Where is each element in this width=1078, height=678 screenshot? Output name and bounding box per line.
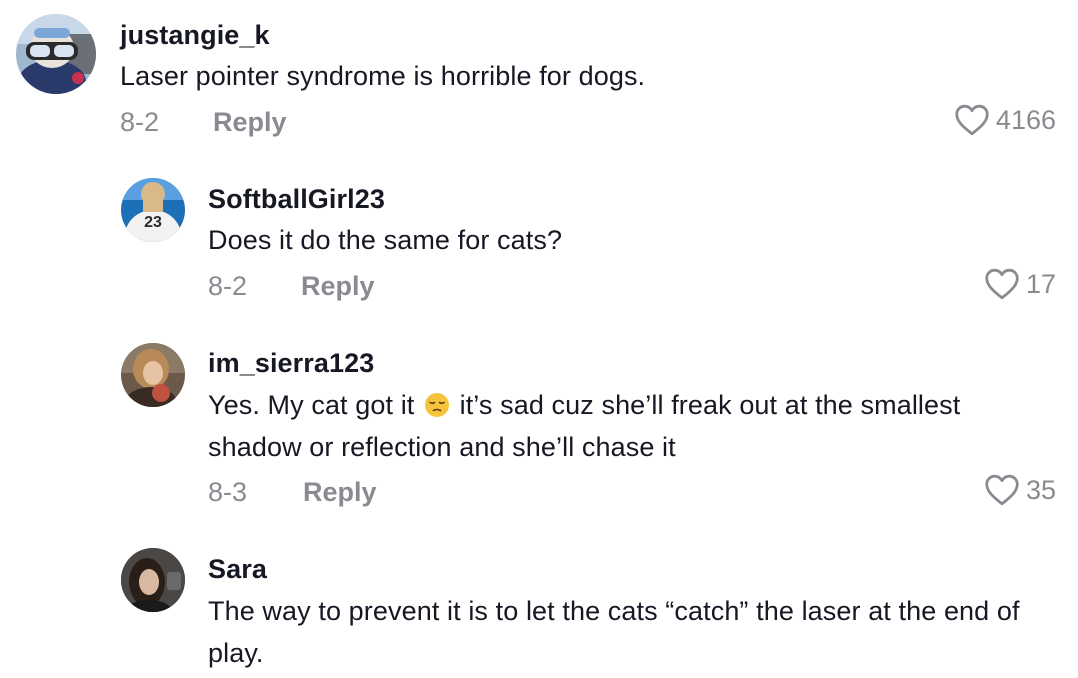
comment-date: 8-3: [208, 477, 248, 507]
avatar[interactable]: [121, 548, 185, 612]
like-count: 17: [1025, 268, 1056, 299]
avatar[interactable]: [121, 343, 185, 407]
comment-username[interactable]: im_sierra123: [208, 348, 374, 379]
like-button[interactable]: 17: [984, 268, 1056, 300]
comment-date: 8-2: [208, 271, 248, 301]
reply-button[interactable]: Reply: [301, 271, 375, 302]
reply-comment-item: 23 SoftballGirl23 Does it do the same fo…: [0, 160, 1078, 310]
heart-icon[interactable]: [984, 474, 1020, 506]
comment-text: Does it do the same for cats?: [208, 225, 563, 255]
pensive-face-emoji-icon: [424, 388, 450, 417]
jersey-number: 23: [144, 214, 162, 231]
reply-comment-item: im_sierra123 Yes. My cat got it it’s sad…: [0, 325, 1078, 525]
like-count: 35: [1025, 474, 1056, 505]
comment-username[interactable]: SoftballGirl23: [208, 184, 385, 215]
comment-username[interactable]: justangie_k: [120, 20, 270, 51]
avatar[interactable]: [16, 14, 96, 94]
like-count: 4166: [995, 104, 1056, 135]
heart-icon[interactable]: [954, 104, 990, 136]
reply-comment-item: Sara The way to prevent it is to let the…: [0, 530, 1078, 678]
comment-username[interactable]: Sara: [208, 554, 267, 585]
like-button[interactable]: 4166: [954, 104, 1056, 136]
comment-item: justangie_k Laser pointer syndrome is ho…: [0, 0, 1078, 150]
avatar[interactable]: 23: [121, 178, 185, 242]
reply-button[interactable]: Reply: [213, 107, 287, 138]
comment-text: Laser pointer syndrome is horrible for d…: [120, 61, 646, 91]
comment-text: Yes. My cat got it it’s sad cuz she’ll f…: [208, 384, 1038, 468]
comment-text-part: Yes. My cat got it: [208, 390, 422, 420]
comment-text: The way to prevent it is to let the cats…: [208, 596, 1020, 668]
heart-icon[interactable]: [984, 268, 1020, 300]
like-button[interactable]: 35: [984, 474, 1056, 506]
comment-date: 8-2: [120, 107, 160, 137]
reply-button[interactable]: Reply: [303, 477, 377, 508]
